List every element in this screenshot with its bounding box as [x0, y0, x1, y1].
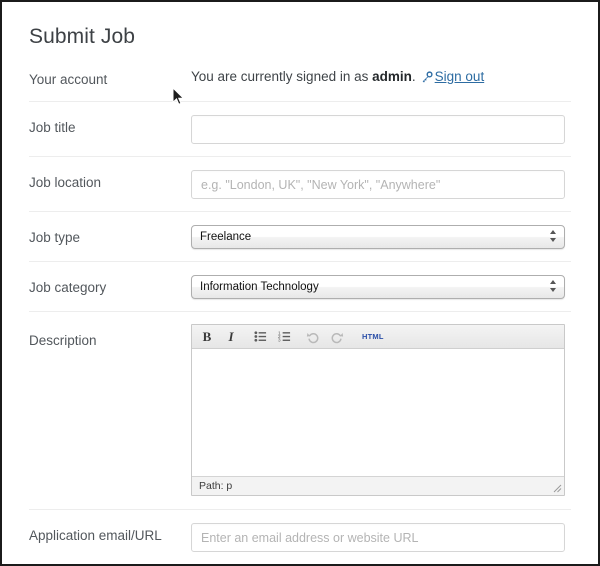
form-row-job-location: Job location [29, 157, 571, 212]
unordered-list-icon [254, 330, 267, 343]
sign-out-link[interactable]: Sign out [435, 69, 485, 84]
job-title-input[interactable] [191, 115, 565, 144]
label-job-title: Job title [29, 115, 191, 137]
resize-handle-icon[interactable] [551, 482, 562, 493]
application-email-url-input[interactable] [191, 523, 565, 552]
bold-button[interactable]: B [196, 327, 218, 347]
form-row-job-type: Job type Freelance [29, 212, 571, 262]
page-container: Submit Job Your account You are currentl… [0, 0, 600, 566]
account-message-prefix: You are currently signed in as [191, 69, 372, 84]
italic-button[interactable]: I [220, 327, 242, 347]
job-type-select-value[interactable]: Freelance [191, 225, 565, 249]
job-category-select-value[interactable]: Information Technology [191, 275, 565, 299]
html-source-button[interactable]: HTML [358, 327, 388, 347]
editor-path-text: Path: p [199, 480, 232, 492]
page-title: Submit Job [29, 2, 571, 51]
chevron-updown-icon [550, 278, 559, 296]
control-description: B I [191, 324, 571, 496]
control-job-category: Information Technology [191, 275, 571, 299]
control-job-title [191, 115, 571, 144]
job-location-input[interactable] [191, 170, 565, 199]
label-job-category: Job category [29, 275, 191, 297]
form-wrapper: Submit Job Your account You are currentl… [2, 2, 598, 564]
unordered-list-button[interactable] [249, 327, 271, 347]
undo-button[interactable] [302, 327, 324, 347]
label-description: Description [29, 324, 191, 350]
account-status: You are currently signed in as admin. Sig… [191, 67, 571, 86]
editor-content-area[interactable] [192, 349, 564, 476]
job-type-select[interactable]: Freelance [191, 225, 565, 249]
redo-button[interactable] [326, 327, 348, 347]
control-job-type: Freelance [191, 225, 571, 249]
job-category-select[interactable]: Information Technology [191, 275, 565, 299]
form-row-description: Description B I [29, 312, 571, 510]
ordered-list-icon: 1 2 3 [278, 330, 291, 343]
label-your-account: Your account [29, 67, 191, 89]
label-application-email-url: Application email/URL [29, 523, 191, 545]
editor-toolbar: B I [192, 325, 564, 349]
account-username: admin [372, 69, 412, 84]
redo-icon [330, 330, 344, 344]
chevron-updown-icon [550, 228, 559, 246]
editor-status-bar: Path: p [192, 476, 564, 495]
form-row-job-title: Job title [29, 102, 571, 157]
form-row-your-account: Your account You are currently signed in… [29, 51, 571, 102]
control-application-email-url [191, 523, 571, 552]
account-status-text: You are currently signed in as admin. Sig… [191, 67, 571, 86]
svg-text:3: 3 [278, 338, 281, 343]
undo-icon [306, 330, 320, 344]
key-icon [421, 71, 433, 83]
ordered-list-button[interactable]: 1 2 3 [273, 327, 295, 347]
form-row-job-category: Job category Information Technology [29, 262, 571, 312]
label-job-type: Job type [29, 225, 191, 247]
form-row-application-email-url: Application email/URL [29, 510, 571, 565]
account-message-suffix: . [412, 69, 416, 84]
rich-text-editor: B I [191, 324, 565, 496]
label-job-location: Job location [29, 170, 191, 192]
control-job-location [191, 170, 571, 199]
